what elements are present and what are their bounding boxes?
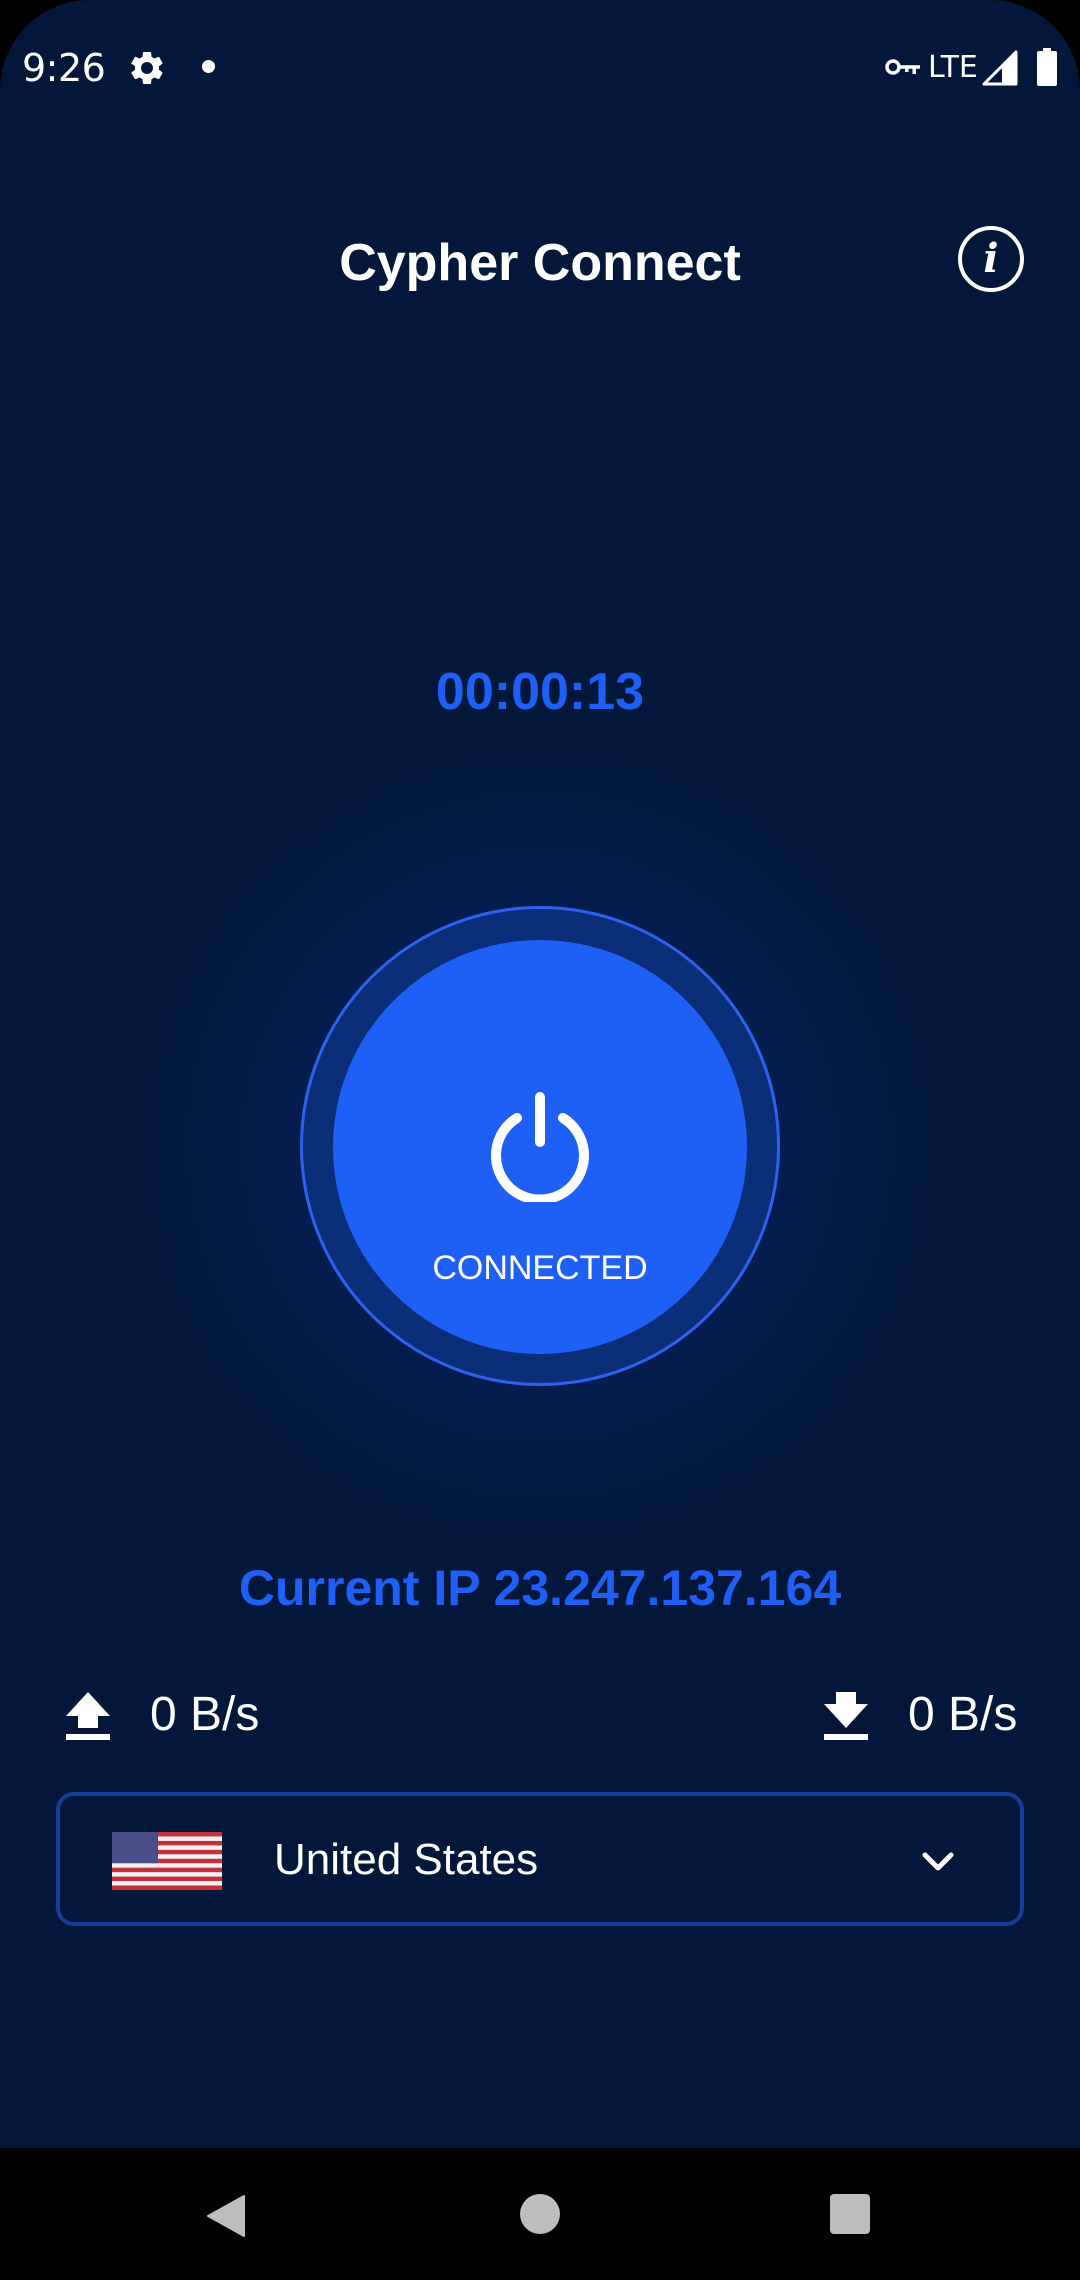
navigation-bar <box>0 2148 1080 2280</box>
chevron-down-icon <box>922 1852 954 1871</box>
upload-icon <box>66 1692 110 1740</box>
us-flag-icon <box>112 1832 222 1890</box>
notification-dot <box>202 60 215 73</box>
connection-status: CONNECTED <box>432 1249 648 1287</box>
country-selector[interactable]: United States <box>56 1792 1024 1926</box>
battery-icon <box>1037 48 1057 86</box>
app-title: Cypher Connect <box>339 234 741 292</box>
recents-button[interactable] <box>830 2194 870 2234</box>
power-icon <box>491 1092 589 1202</box>
country-name: United States <box>274 1835 539 1884</box>
download-speed: 0 B/s <box>908 1688 1018 1741</box>
network-type: LTE <box>928 50 978 85</box>
back-icon[interactable] <box>206 2194 246 2238</box>
upload-speed: 0 B/s <box>150 1688 260 1741</box>
info-icon: i <box>983 235 999 282</box>
connection-timer: 00:00:13 <box>435 663 645 721</box>
status-time: 9:26 <box>22 46 106 90</box>
signal-icon <box>982 50 1018 86</box>
phone-screen: 9:26 LTE Cypher Connect i 00:00:13 CONNE… <box>0 0 1080 2280</box>
status-bar: 9:26 LTE <box>0 0 1080 130</box>
vpn-key-icon <box>885 59 920 75</box>
download-icon <box>824 1692 868 1740</box>
info-button[interactable]: i <box>958 226 1024 292</box>
gear-icon <box>130 51 163 84</box>
home-button[interactable] <box>520 2194 560 2234</box>
current-ip: Current IP 23.247.137.164 <box>238 1560 842 1616</box>
